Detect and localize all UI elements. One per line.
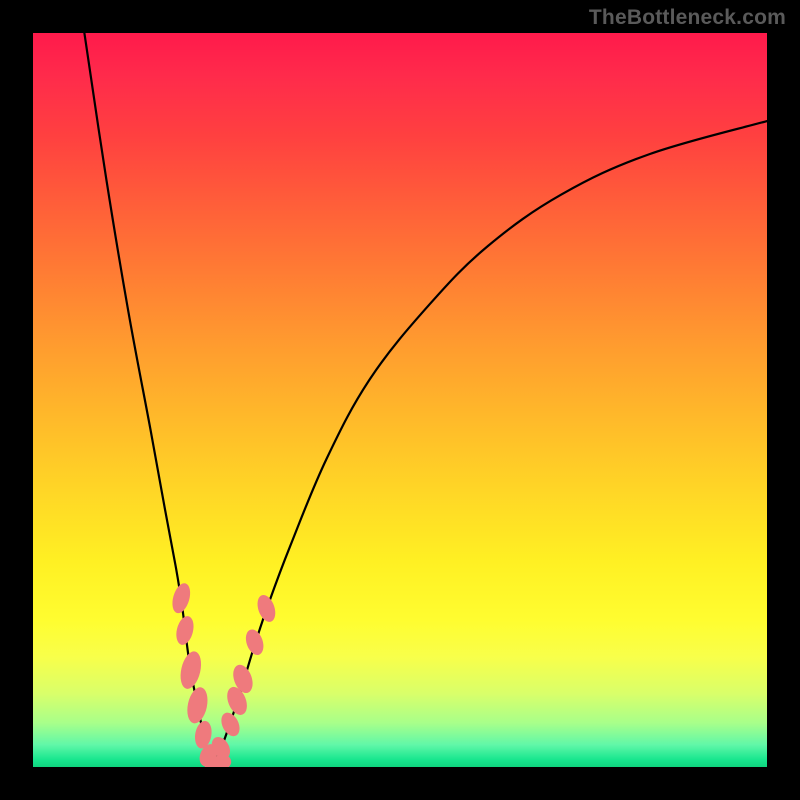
bead-left-0 (169, 581, 193, 615)
bead-right-4 (243, 627, 267, 657)
bead-left-1 (174, 614, 197, 646)
bead-right-5 (254, 593, 278, 625)
bottleneck-curve-right (213, 121, 767, 767)
bead-left-3 (184, 685, 210, 725)
watermark-text: TheBottleneck.com (589, 6, 786, 30)
plot-area (33, 33, 767, 767)
outer-frame: TheBottleneck.com (0, 0, 800, 800)
bead-left-2 (177, 649, 204, 690)
chart-svg (33, 33, 767, 767)
